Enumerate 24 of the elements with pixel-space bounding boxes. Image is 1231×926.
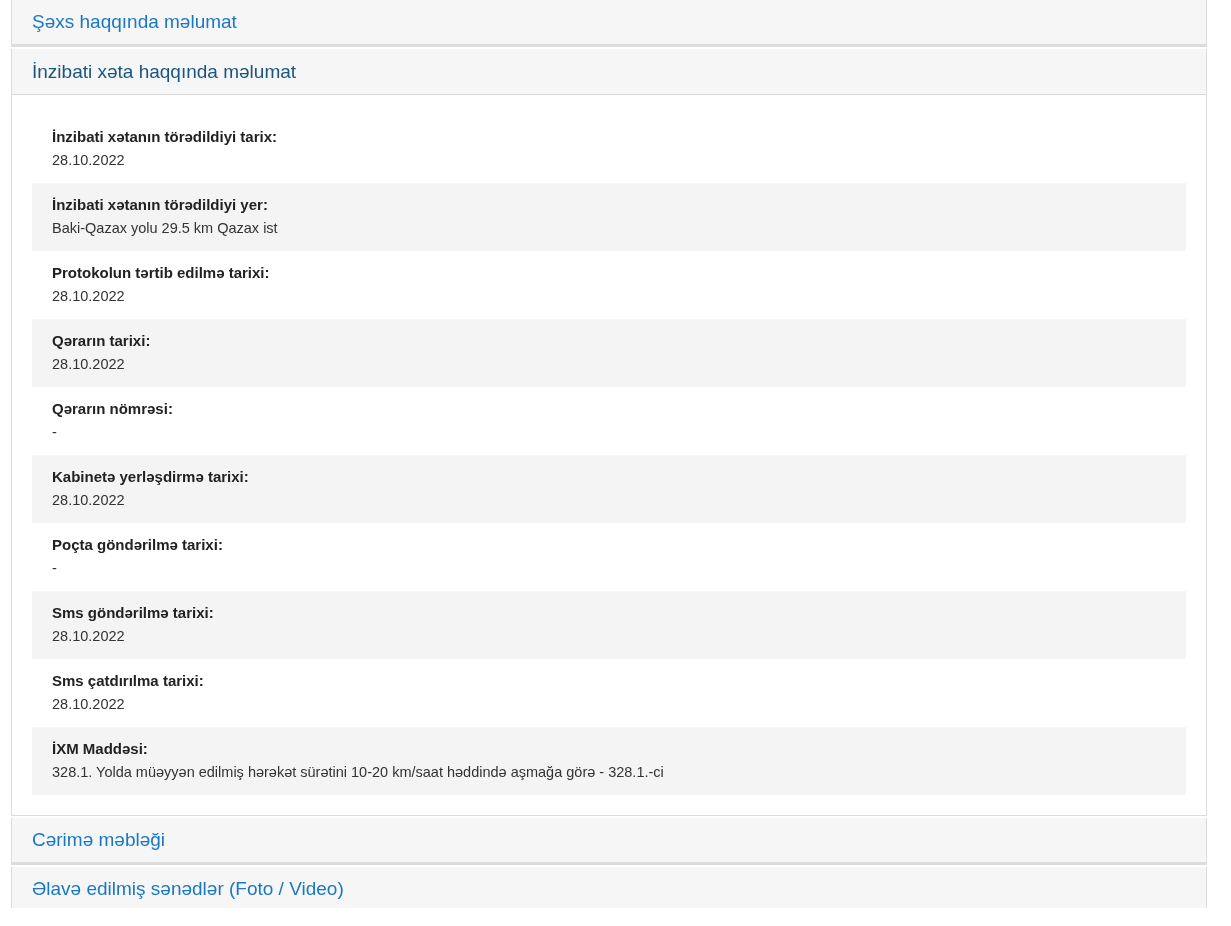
field-value: 328.1. Yolda müəyyən edilmiş hərəkət sürətini 10-20 km/saat həddində aşmağa görə - 328.1.-ci bbox=[52, 763, 665, 782]
field-label: Protokolun tərtib edilmə tarixi: bbox=[52, 263, 271, 283]
field-value: Baki-Qazax yolu 29.5 km Qazax ist bbox=[52, 219, 279, 238]
field-value: 28.10.2022 bbox=[52, 151, 126, 170]
field-label: Sms çatdırılma tarixi: bbox=[52, 671, 205, 691]
panel-header[interactable]: Şəxs haqqında məlumat bbox=[12, 0, 1206, 46]
field-label: Kabinetə yerləşdirmə tarixi: bbox=[52, 467, 250, 487]
field-value: 28.10.2022 bbox=[52, 287, 126, 306]
field-value: 28.10.2022 bbox=[52, 491, 126, 510]
field-label: İnzibati xətanın törədildiyi yer: bbox=[52, 195, 269, 215]
field-value: - bbox=[52, 423, 58, 442]
panel-header[interactable]: Əlavə edilmiş sənədlər (Foto / Video) bbox=[12, 867, 1206, 908]
field-value: - bbox=[52, 559, 58, 578]
panel-header[interactable]: Cərimə məbləği bbox=[12, 818, 1206, 864]
field-label: Qərarın tarixi: bbox=[52, 331, 152, 351]
field-value: 28.10.2022 bbox=[52, 627, 126, 646]
field-value: 28.10.2022 bbox=[52, 695, 126, 714]
field-label: İnzibati xətanın törədildiyi tarix: bbox=[52, 127, 279, 147]
panel-header[interactable]: İnzibati xəta haqqında məlumat bbox=[12, 49, 1206, 95]
field-label: İXM Maddəsi: bbox=[52, 739, 149, 759]
field-value: 28.10.2022 bbox=[52, 355, 126, 374]
field-label: Qərarın nömrəsi: bbox=[52, 399, 174, 419]
field-label: Sms göndərilmə tarixi: bbox=[52, 603, 215, 623]
field-label: Poçta göndərilmə tarixi: bbox=[52, 535, 224, 555]
